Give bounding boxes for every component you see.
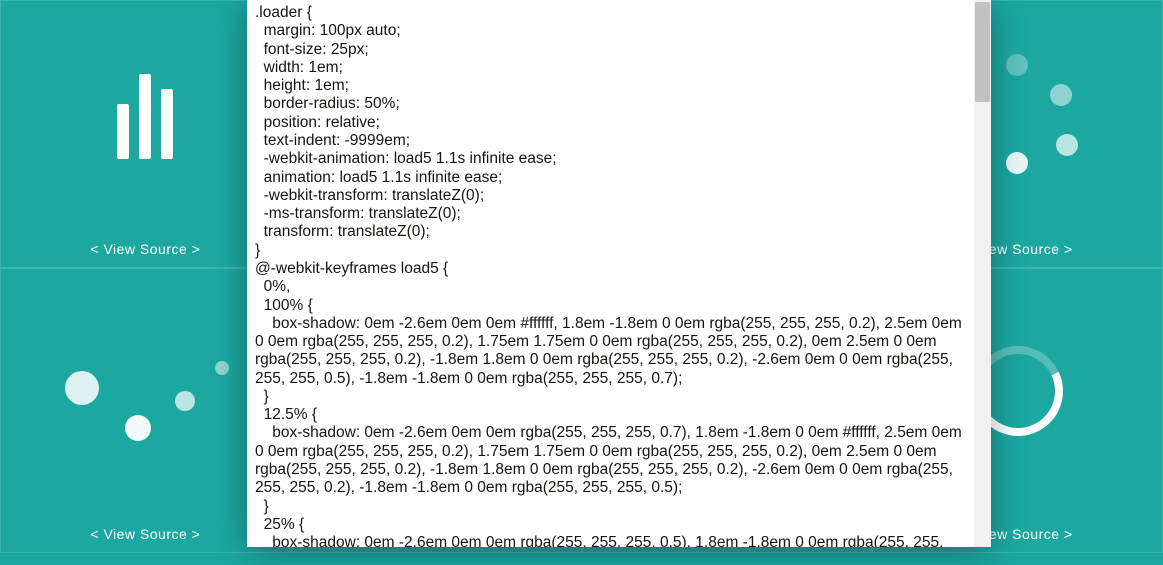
bars-icon	[117, 69, 173, 159]
scrollbar-thumb[interactable]	[975, 2, 990, 102]
source-code-modal: .loader { margin: 100px auto; font-size:…	[247, 0, 991, 547]
source-code-text[interactable]: .loader { margin: 100px auto; font-size:…	[247, 0, 974, 547]
scrollbar-track[interactable]	[974, 0, 991, 547]
bouncing-dots-icon	[65, 331, 225, 451]
